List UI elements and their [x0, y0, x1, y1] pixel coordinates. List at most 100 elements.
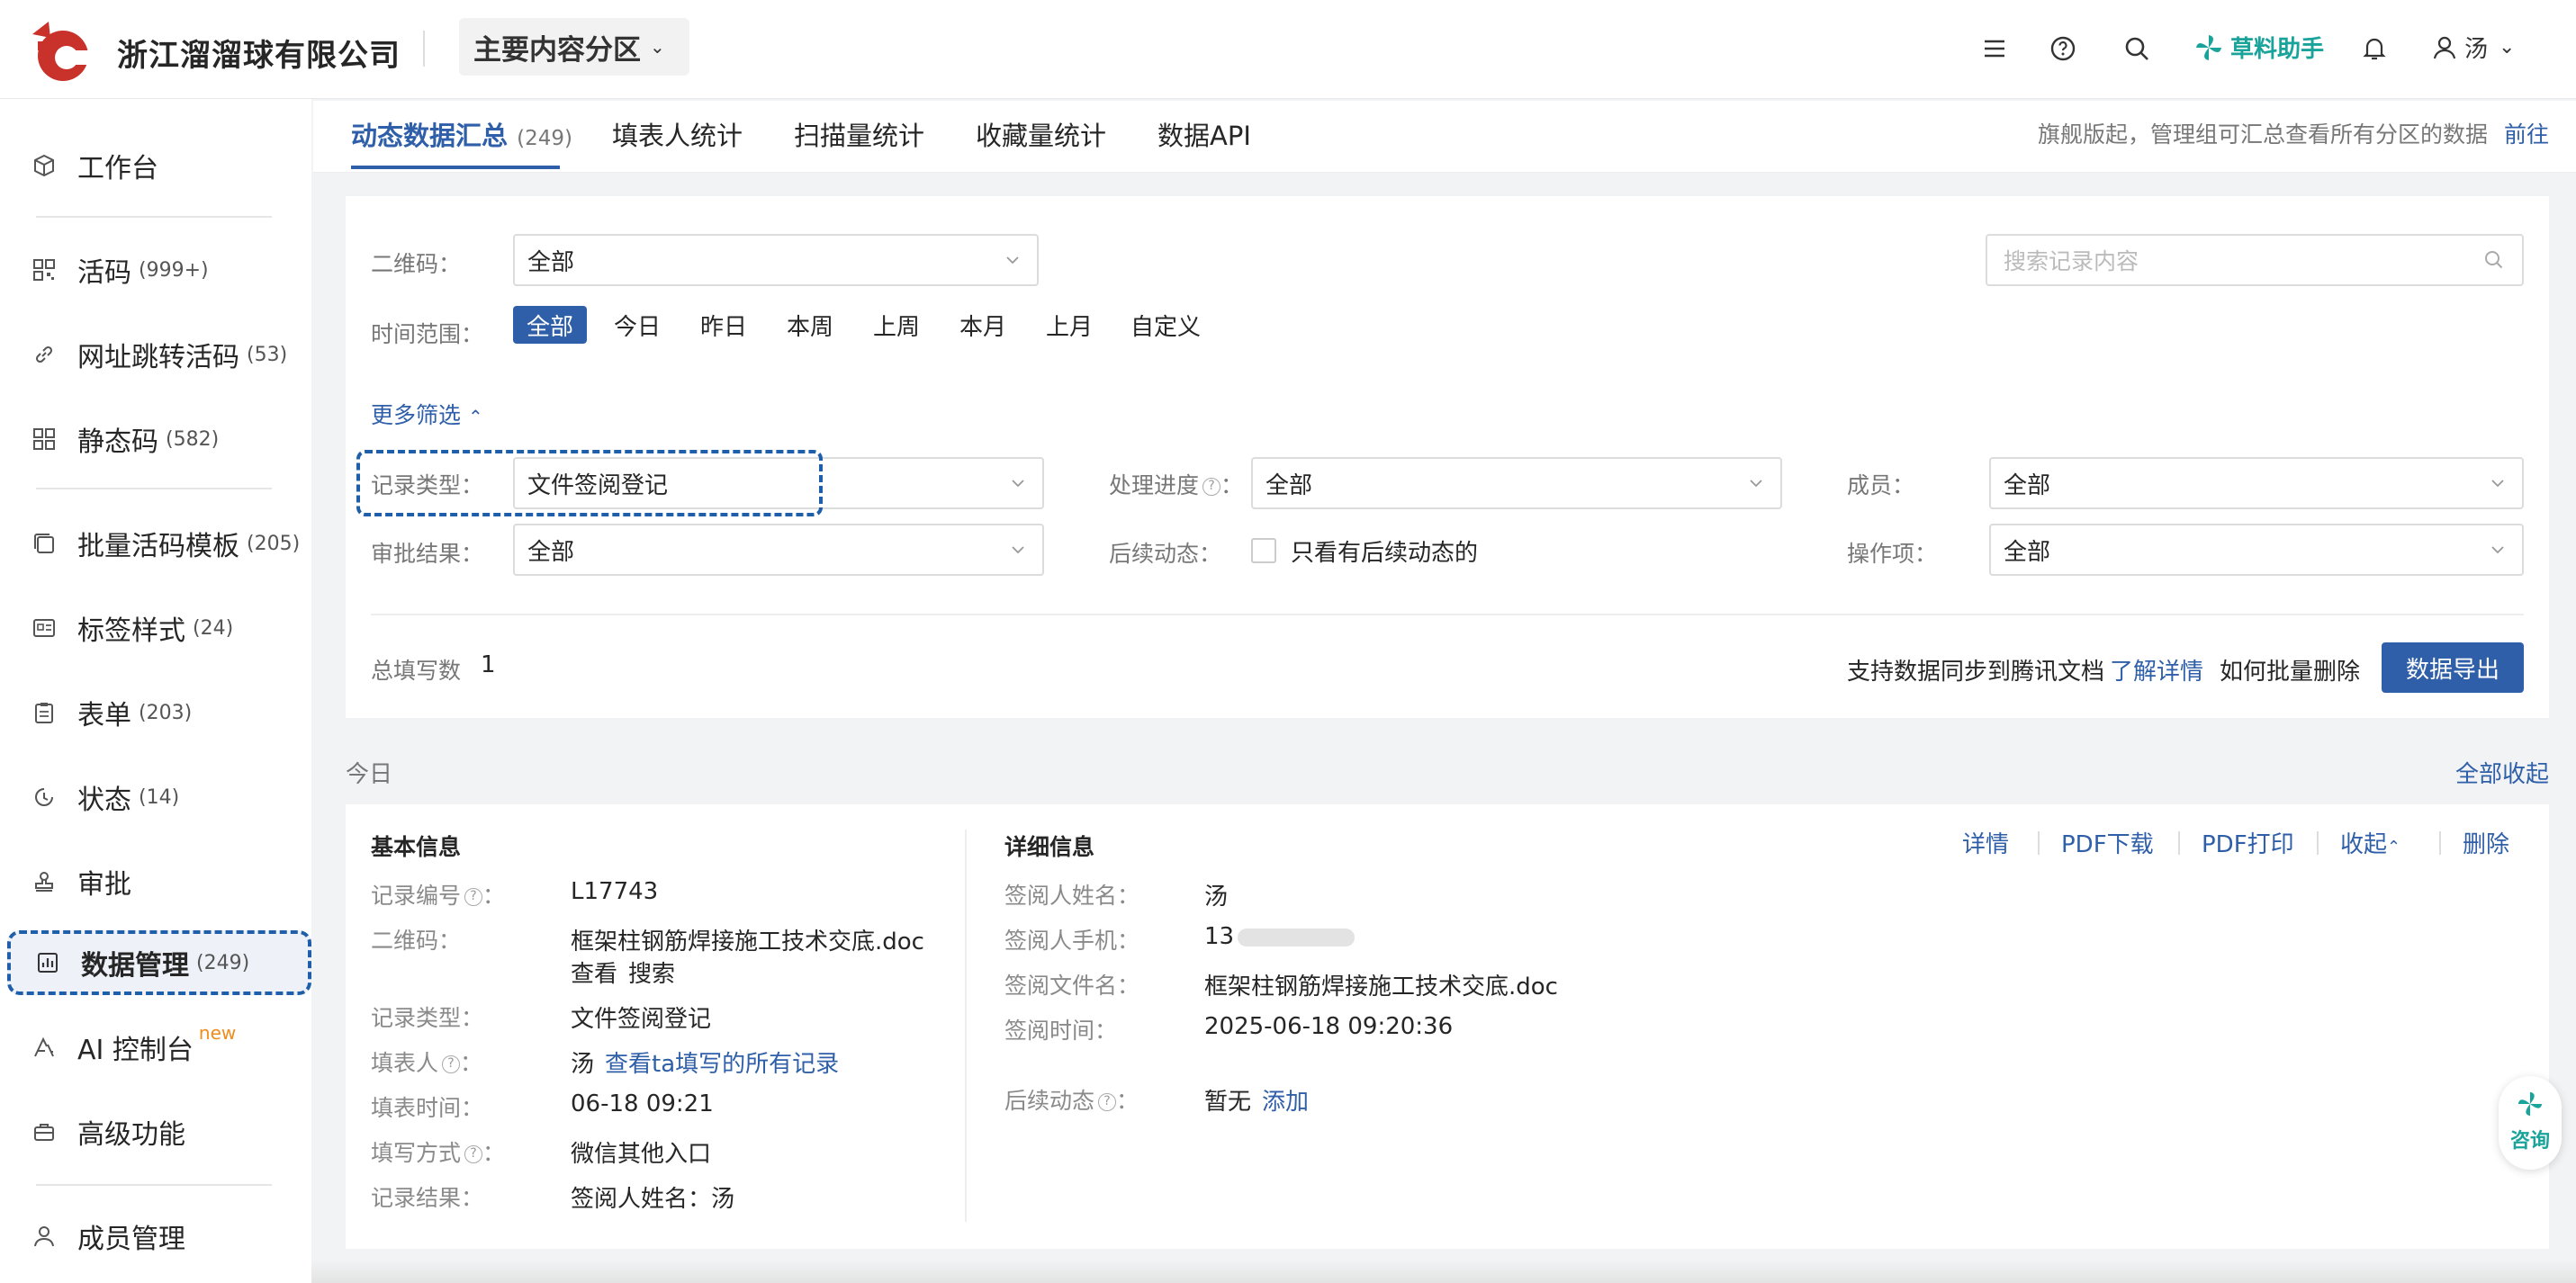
time-option-custom[interactable]: 自定义 — [1130, 306, 1201, 344]
followup-checkbox[interactable] — [1251, 538, 1276, 563]
time-option-last-week[interactable]: 上周 — [873, 306, 920, 344]
batch-delete-link[interactable]: 如何批量删除 — [2220, 653, 2360, 686]
tab-dynamic-summary[interactable]: 动态数据汇总 (249) — [351, 115, 572, 153]
helper-button[interactable]: 草料助手 — [2193, 31, 2324, 64]
time-option-last-month[interactable]: 上月 — [1046, 306, 1093, 344]
data-export-button[interactable]: 数据导出 — [2382, 642, 2524, 693]
record-search-input[interactable]: 搜索记录内容 — [1986, 234, 2524, 286]
followup-add-link[interactable]: 添加 — [1262, 1089, 1309, 1116]
sidebar-item-label-style[interactable]: 标签样式 (24) — [7, 596, 311, 660]
signer-phone-prefix: 13 — [1204, 923, 1235, 950]
question-icon[interactable]: ? — [1098, 1093, 1117, 1111]
time-option-this-week[interactable]: 本周 — [787, 306, 833, 344]
tab-filler-stats[interactable]: 填表人统计 — [612, 115, 743, 153]
tab-count: (249) — [517, 127, 572, 150]
bell-icon[interactable] — [2358, 32, 2391, 65]
tab-data-api[interactable]: 数据API — [1157, 115, 1251, 153]
tab-bar: 动态数据汇总 (249) 填表人统计 扫描量统计 收藏量统计 数据API 旗舰版… — [313, 101, 2576, 173]
filter-divider — [371, 614, 2524, 615]
tab-favorite-stats[interactable]: 收藏量统计 — [976, 115, 1106, 153]
sidebar-item-url-code[interactable]: 网址跳转活码 (53) — [7, 322, 311, 387]
sidebar-item-members[interactable]: 成员管理 — [7, 1204, 311, 1269]
signed-time-label: 签阅时间： — [1004, 1018, 1118, 1044]
sidebar-item-static-code[interactable]: 静态码 (582) — [7, 407, 311, 471]
delete-link[interactable]: 删除 — [2463, 826, 2509, 859]
pdf-print-link[interactable]: PDF打印 — [2202, 826, 2294, 859]
pinwheel-icon — [2196, 34, 2221, 60]
sidebar-item-label: 高级功能 — [77, 1119, 185, 1151]
question-icon[interactable]: ? — [464, 888, 483, 906]
action-divider — [2317, 831, 2319, 855]
chevron-down-icon — [1012, 546, 1024, 554]
time-option-all[interactable]: 全部 — [513, 306, 587, 344]
sidebar-item-ai-console[interactable]: AI 控制台 new — [7, 1015, 311, 1080]
search-icon[interactable] — [2121, 32, 2153, 65]
tab-scan-stats[interactable]: 扫描量统计 — [794, 115, 924, 153]
question-icon[interactable]: ? — [442, 1055, 461, 1073]
approval-result-select[interactable]: 全部 — [513, 524, 1044, 576]
record-result-value: 签阅人姓名：汤 — [571, 1186, 735, 1213]
sidebar-item-label: 状态 — [77, 785, 131, 816]
sidebar-item-label: 工作台 — [77, 153, 158, 184]
chevron-down-icon — [1012, 480, 1024, 488]
tab-note: 旗舰版起，管理组可汇总查看所有分区的数据 前往 — [2038, 117, 2549, 149]
qrcode-search-link[interactable]: 搜索 — [628, 956, 675, 989]
clipboard-icon — [29, 697, 59, 728]
sidebar-item-live-code[interactable]: 活码 (999+) — [7, 238, 311, 302]
sidebar-divider — [36, 1184, 272, 1186]
user-menu[interactable]: 汤 ⌄ — [2430, 31, 2515, 64]
qrcode-select[interactable]: 全部 — [513, 234, 1039, 286]
sidebar-item-workbench[interactable]: 工作台 — [7, 133, 311, 198]
collapse-all-link[interactable]: 全部收起 — [2455, 756, 2549, 789]
qrcode-view-link[interactable]: 查看 — [571, 956, 617, 989]
followup-dynamic-label: 后续动态?： — [1004, 1083, 1139, 1116]
fill-time-value: 06-18 09:21 — [571, 1090, 714, 1117]
sidebar-item-count: (203) — [139, 701, 193, 724]
signed-file-label: 签阅文件名： — [1004, 973, 1140, 999]
sidebar-item-count: (999+) — [139, 258, 209, 282]
record-card: 基本信息 记录编号?： L17743 二维码： 框架柱钢筋焊接施工技术交底.do… — [346, 804, 2549, 1249]
learn-more-link[interactable]: 了解详情 — [2110, 659, 2203, 686]
card-divider — [965, 830, 967, 1222]
collapse-link[interactable]: 收起⌃ — [2340, 826, 2400, 859]
help-icon[interactable] — [2047, 32, 2079, 65]
question-icon[interactable]: ? — [464, 1145, 483, 1163]
followup-label: 后续动态： — [1109, 541, 1222, 567]
search-icon[interactable] — [2482, 248, 2506, 272]
record-id-label: 记录编号?： — [371, 878, 505, 911]
time-option-yesterday[interactable]: 昨日 — [700, 306, 747, 344]
zone-selector[interactable]: 主要内容分区 ⌄ — [459, 18, 689, 76]
menu-icon[interactable] — [1978, 32, 2011, 65]
followup-checkbox-label[interactable]: 只看有后续动态的 — [1291, 534, 1478, 568]
company-logo-icon[interactable] — [23, 14, 95, 86]
question-icon[interactable]: ? — [1202, 478, 1221, 496]
member-select[interactable]: 全部 — [1989, 457, 2524, 509]
progress-label-text: 处理进度 — [1109, 472, 1200, 498]
time-option-this-month[interactable]: 本月 — [959, 306, 1006, 344]
followup-dynamic-label-text: 后续动态 — [1004, 1088, 1095, 1114]
member-label: 成员： — [1847, 472, 1915, 498]
time-option-today[interactable]: 今日 — [614, 306, 661, 344]
filler-records-link[interactable]: 查看ta填写的所有记录 — [605, 1051, 839, 1078]
sidebar-item-data-management[interactable]: 数据管理 (249) — [7, 930, 311, 995]
consult-button[interactable]: 咨询 — [2499, 1076, 2562, 1170]
operation-select[interactable]: 全部 — [1989, 524, 2524, 576]
go-link[interactable]: 前往 — [2504, 121, 2549, 148]
sidebar-item-batch-template[interactable]: 批量活码模板 (205) — [7, 511, 311, 576]
more-filters-toggle[interactable]: 更多筛选 ⌃ — [371, 398, 483, 430]
fill-time-label: 填表时间： — [371, 1095, 484, 1121]
sidebar-item-form[interactable]: 表单 (203) — [7, 680, 311, 745]
record-type-value: 文件签阅登记 — [571, 1006, 712, 1033]
sidebar-item-label: 网址跳转活码 — [77, 342, 239, 373]
status-clock-icon — [29, 782, 59, 812]
pdf-download-link[interactable]: PDF下载 — [2061, 826, 2154, 859]
progress-label: 处理进度?： — [1109, 468, 1243, 500]
sidebar-item-advanced[interactable]: 高级功能 — [7, 1099, 311, 1164]
progress-select[interactable]: 全部 — [1251, 457, 1782, 509]
sidebar-item-approval[interactable]: 审批 — [7, 849, 311, 914]
signer-name-label: 签阅人姓名： — [1004, 883, 1140, 909]
detail-link[interactable]: 详情 — [1962, 826, 2009, 859]
sidebar-item-status[interactable]: 状态 (14) — [7, 765, 311, 830]
approval-result-value: 全部 — [527, 538, 575, 566]
sidebar-item-label: 批量活码模板 — [77, 531, 239, 562]
